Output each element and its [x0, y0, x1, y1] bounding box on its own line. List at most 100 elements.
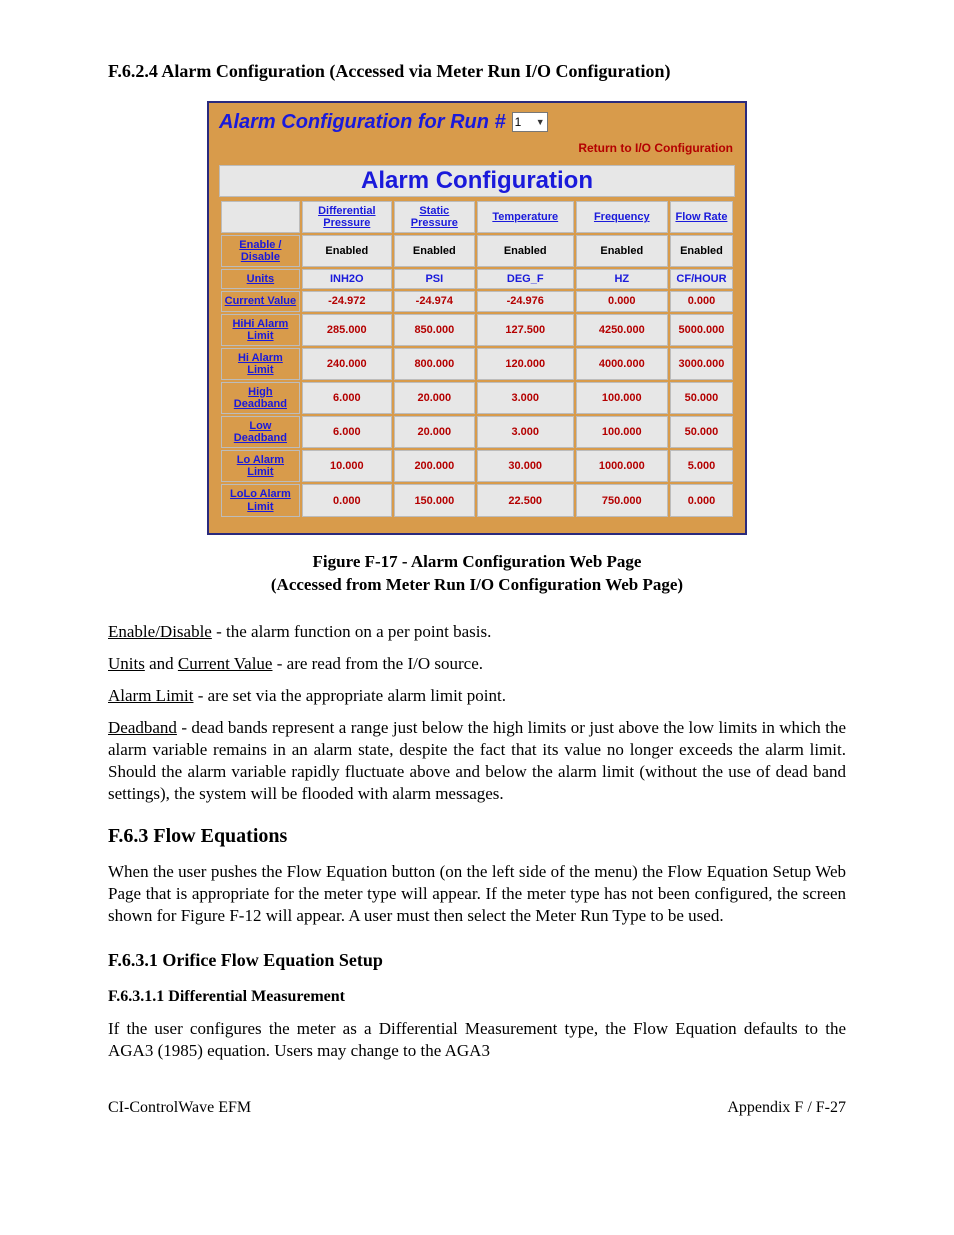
text-enable: - the alarm function on a per point basi… [212, 622, 491, 641]
enable-toggle[interactable]: Enabled [477, 235, 574, 267]
term-deadband: Deadband [108, 718, 177, 737]
value-cell[interactable]: -24.974 [394, 291, 475, 311]
value-cell[interactable]: 50.000 [670, 382, 733, 414]
table-row: Hi Alarm Limit240.000800.000120.0004000.… [221, 348, 733, 380]
enable-toggle[interactable]: Enabled [302, 235, 392, 267]
alarm-config-table: Differential Pressure Static Pressure Te… [219, 199, 735, 519]
return-to-io-link[interactable]: Return to I/O Configuration [209, 137, 745, 165]
row-label[interactable]: Current Value [221, 291, 300, 311]
value-cell[interactable]: 0.000 [576, 291, 668, 311]
para-f6311: If the user configures the meter as a Di… [108, 1018, 846, 1062]
enable-toggle[interactable]: Enabled [394, 235, 475, 267]
table-row: LoLo Alarm Limit0.000150.00022.500750.00… [221, 484, 733, 516]
table-row: UnitsINH2OPSIDEG_FHZCF/HOUR [221, 269, 733, 289]
value-cell[interactable]: 0.000 [670, 291, 733, 311]
value-cell[interactable]: 200.000 [394, 450, 475, 482]
value-cell[interactable]: -24.976 [477, 291, 574, 311]
term-alarm-limit: Alarm Limit [108, 686, 193, 705]
text-alarm-limit: - are set via the appropriate alarm limi… [193, 686, 506, 705]
value-cell[interactable]: 0.000 [302, 484, 392, 516]
row-label[interactable]: High Deadband [221, 382, 300, 414]
value-cell[interactable]: 3.000 [477, 416, 574, 448]
figure-caption: Figure F-17 - Alarm Configuration Web Pa… [108, 551, 846, 597]
para-enable: Enable/Disable - the alarm function on a… [108, 621, 846, 643]
alarm-config-panel: Alarm Configuration for Run # 1 ▼ Return… [207, 101, 747, 534]
value-cell[interactable]: 5000.000 [670, 314, 733, 346]
row-label[interactable]: Hi Alarm Limit [221, 348, 300, 380]
value-cell[interactable]: 4000.000 [576, 348, 668, 380]
value-cell[interactable]: 285.000 [302, 314, 392, 346]
para-units: Units and Current Value - are read from … [108, 653, 846, 675]
term-current-value: Current Value [178, 654, 273, 673]
term-enable: Enable/Disable [108, 622, 212, 641]
value-cell[interactable]: 3000.000 [670, 348, 733, 380]
value-cell[interactable]: 0.000 [670, 484, 733, 516]
run-number-value: 1 [515, 115, 522, 131]
chevron-down-icon: ▼ [536, 117, 545, 129]
col-frequency[interactable]: Frequency [576, 201, 668, 233]
row-label[interactable]: Low Deadband [221, 416, 300, 448]
table-corner-cell [221, 201, 300, 233]
value-cell[interactable]: 50.000 [670, 416, 733, 448]
table-row: HiHi Alarm Limit285.000850.000127.500425… [221, 314, 733, 346]
value-cell[interactable]: 22.500 [477, 484, 574, 516]
value-cell[interactable]: 750.000 [576, 484, 668, 516]
panel-title-text: Alarm Configuration for Run # [219, 109, 506, 135]
table-row: Low Deadband6.00020.0003.000100.00050.00… [221, 416, 733, 448]
col-temperature[interactable]: Temperature [477, 201, 574, 233]
table-row: Current Value-24.972-24.974-24.9760.0000… [221, 291, 733, 311]
term-units: Units [108, 654, 145, 673]
enable-toggle[interactable]: Enabled [670, 235, 733, 267]
value-cell[interactable]: 150.000 [394, 484, 475, 516]
value-cell[interactable]: 120.000 [477, 348, 574, 380]
value-cell[interactable]: 800.000 [394, 348, 475, 380]
row-label[interactable]: Units [221, 269, 300, 289]
value-cell[interactable]: 10.000 [302, 450, 392, 482]
value-cell[interactable]: 6.000 [302, 416, 392, 448]
run-number-select[interactable]: 1 ▼ [512, 112, 548, 132]
value-cell[interactable]: 850.000 [394, 314, 475, 346]
row-label[interactable]: Enable / Disable [221, 235, 300, 267]
unit-cell: INH2O [302, 269, 392, 289]
value-cell[interactable]: 100.000 [576, 416, 668, 448]
para-f63: When the user pushes the Flow Equation b… [108, 861, 846, 927]
footer-left: CI-ControlWave EFM [108, 1098, 251, 1119]
table-header-row: Differential Pressure Static Pressure Te… [221, 201, 733, 233]
footer-right: Appendix F / F-27 [727, 1098, 846, 1119]
value-cell[interactable]: 240.000 [302, 348, 392, 380]
row-label[interactable]: LoLo Alarm Limit [221, 484, 300, 516]
figure-caption-line1: Figure F-17 - Alarm Configuration Web Pa… [313, 552, 642, 571]
enable-toggle[interactable]: Enabled [576, 235, 668, 267]
value-cell[interactable]: 100.000 [576, 382, 668, 414]
section-heading-f6311: F.6.3.1.1 Differential Measurement [108, 987, 846, 1008]
col-static-pressure[interactable]: Static Pressure [394, 201, 475, 233]
para-deadband: Deadband - dead bands represent a range … [108, 717, 846, 805]
figure-caption-line2: (Accessed from Meter Run I/O Configurati… [271, 575, 683, 594]
unit-cell: PSI [394, 269, 475, 289]
section-heading-f631: F.6.3.1 Orifice Flow Equation Setup [108, 949, 846, 972]
value-cell[interactable]: 20.000 [394, 416, 475, 448]
value-cell[interactable]: 127.500 [477, 314, 574, 346]
col-diff-pressure[interactable]: Differential Pressure [302, 201, 392, 233]
screenshot-panel-wrapper: Alarm Configuration for Run # 1 ▼ Return… [108, 101, 846, 534]
value-cell[interactable]: 1000.000 [576, 450, 668, 482]
value-cell[interactable]: 4250.000 [576, 314, 668, 346]
row-label[interactable]: Lo Alarm Limit [221, 450, 300, 482]
unit-cell: CF/HOUR [670, 269, 733, 289]
col-flow-rate[interactable]: Flow Rate [670, 201, 733, 233]
row-label[interactable]: HiHi Alarm Limit [221, 314, 300, 346]
value-cell[interactable]: -24.972 [302, 291, 392, 311]
section-heading-f624: F.6.2.4 Alarm Configuration (Accessed vi… [108, 60, 846, 83]
config-table-box: Alarm Configuration Differential Pressur… [219, 165, 735, 519]
panel-title: Alarm Configuration for Run # 1 ▼ [209, 103, 745, 137]
value-cell[interactable]: 30.000 [477, 450, 574, 482]
table-row: Lo Alarm Limit10.000200.00030.0001000.00… [221, 450, 733, 482]
text-deadband: - dead bands represent a range just belo… [108, 718, 846, 803]
page-footer: CI-ControlWave EFM Appendix F / F-27 [108, 1098, 846, 1119]
value-cell[interactable]: 6.000 [302, 382, 392, 414]
section-heading-f63: F.6.3 Flow Equations [108, 823, 846, 849]
value-cell[interactable]: 20.000 [394, 382, 475, 414]
value-cell[interactable]: 3.000 [477, 382, 574, 414]
table-row: High Deadband6.00020.0003.000100.00050.0… [221, 382, 733, 414]
value-cell[interactable]: 5.000 [670, 450, 733, 482]
